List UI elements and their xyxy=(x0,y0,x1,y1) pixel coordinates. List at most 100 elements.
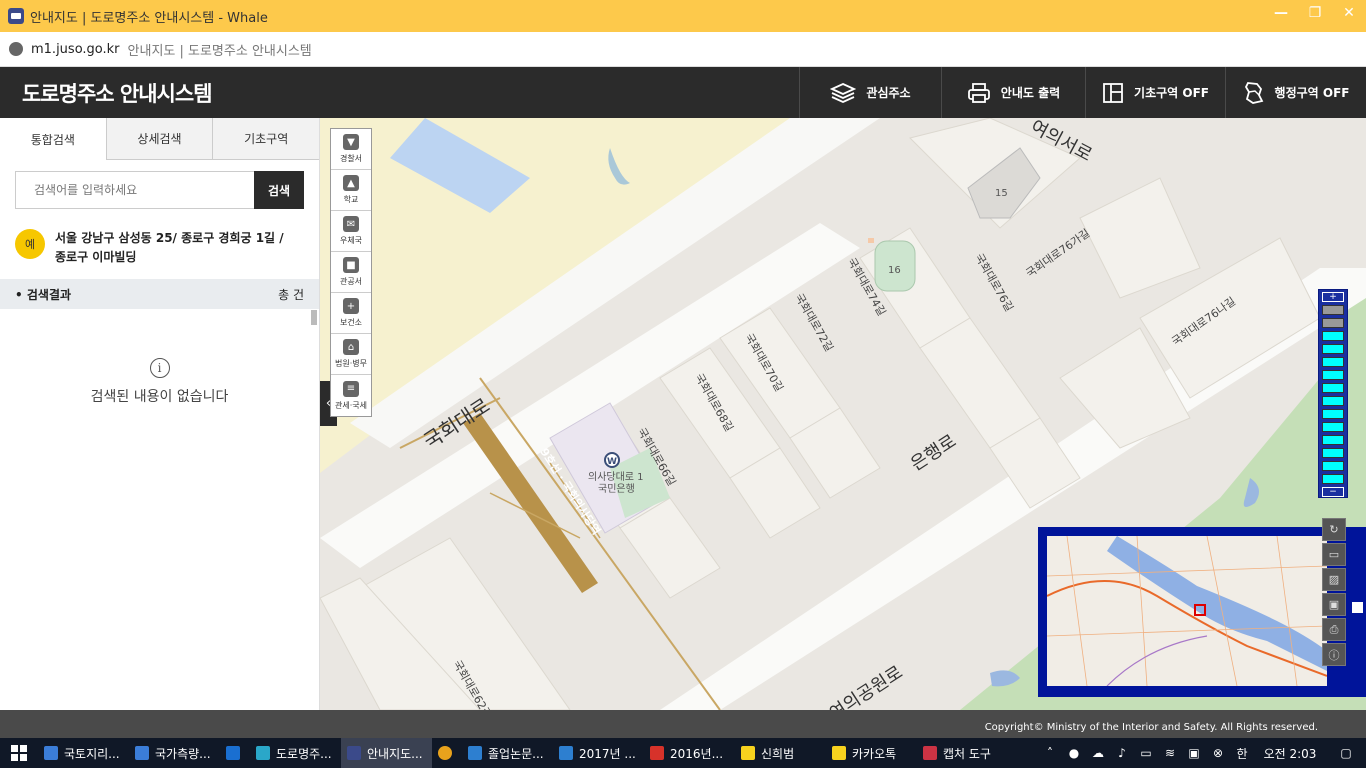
taskbar-item[interactable]: 국가측량... xyxy=(129,738,220,768)
taskbar-item[interactable]: 2017년 ... xyxy=(553,738,644,768)
korean-ime-icon[interactable]: 한 xyxy=(1230,745,1254,762)
url-page-title: 안내지도 | 도로명주소 안내시스템 xyxy=(127,43,312,59)
zoom-level[interactable] xyxy=(1322,344,1344,354)
zoom-level[interactable] xyxy=(1322,409,1344,419)
zoom-level[interactable] xyxy=(1322,305,1344,315)
taskbar-item-active[interactable]: 안내지도... xyxy=(341,738,432,768)
label-yeouigongwonro: 여의공원로 xyxy=(826,662,907,710)
favorite-address-button[interactable]: 관심주소 xyxy=(799,67,941,118)
zoom-in-button[interactable]: + xyxy=(1322,292,1344,302)
zoom-level[interactable] xyxy=(1322,357,1344,367)
poi-court[interactable]: ⌂ 법원·병무 xyxy=(331,334,371,375)
area-icon[interactable]: ▨ xyxy=(1322,568,1346,591)
chevron-up-icon[interactable]: ˄ xyxy=(1038,746,1062,760)
maximize-button[interactable]: ❐ xyxy=(1298,0,1332,26)
app-icon xyxy=(468,746,482,760)
school-icon: ▲ xyxy=(343,175,359,191)
police-icon: ▼ xyxy=(343,134,359,150)
grid-icon xyxy=(1103,82,1123,103)
basic-zone-toggle[interactable]: 기초구역 OFF xyxy=(1085,67,1225,118)
poi-toolbar: ▼ 경찰서 ▲ 학교 ✉ 우체국 ■ 관공서 + 보건소 ⌂ 법원·병무 ≡ 관세·국세 xyxy=(330,128,372,417)
zoom-level[interactable] xyxy=(1322,448,1344,458)
poi-government-office[interactable]: ■ 관공서 xyxy=(331,252,371,293)
minimap-toggle[interactable] xyxy=(1351,601,1364,614)
tab-basic-zone[interactable]: 기초구역 xyxy=(212,118,320,160)
start-button[interactable] xyxy=(0,738,38,768)
zoom-level[interactable] xyxy=(1322,318,1344,328)
address-bar[interactable]: m1.juso.go.kr 안내지도 | 도로명주소 안내시스템 xyxy=(0,32,1366,67)
admin-zone-toggle[interactable]: 행정구역 OFF xyxy=(1225,67,1366,118)
kakaotalk-tray-icon[interactable]: ● xyxy=(1062,746,1086,760)
zoom-level[interactable] xyxy=(1322,396,1344,406)
site-footer: Copyright© Ministry of the Interior and … xyxy=(0,710,1366,738)
result-scrollbar[interactable] xyxy=(311,310,317,325)
whale-icon xyxy=(256,746,270,760)
notification-icon[interactable]: ▢ xyxy=(1326,746,1366,760)
tab-integrated-search[interactable]: 통합검색 xyxy=(0,118,106,160)
search-example: 예 서울 강남구 삼성동 25/ 종로구 경희궁 1길 / 종로구 이마빌딩 xyxy=(15,229,304,267)
taskbar-item[interactable]: 국토지리... xyxy=(38,738,129,768)
close-button[interactable]: ✕ xyxy=(1332,0,1366,26)
taskbar-item[interactable]: 졸업논문... xyxy=(462,738,553,768)
zoom-out-button[interactable]: − xyxy=(1322,487,1344,497)
info-icon[interactable]: ⓘ xyxy=(1322,643,1346,666)
close-circle-icon[interactable]: ⊗ xyxy=(1206,746,1230,760)
zoom-level[interactable] xyxy=(1322,461,1344,471)
poi-school[interactable]: ▲ 학교 xyxy=(331,170,371,211)
poi-tax-office[interactable]: ≡ 관세·국세 xyxy=(331,375,371,416)
system-tray: ˄ ● ☁ ♪ ▭ ≋ ▣ ⊗ 한 오전 2:03 ▢ xyxy=(1038,738,1366,768)
print-icon[interactable]: ⎙ xyxy=(1322,618,1346,641)
zoom-level[interactable] xyxy=(1322,383,1344,393)
search-button[interactable]: 검색 xyxy=(254,171,304,209)
printer-icon xyxy=(967,82,990,103)
ruler-icon[interactable]: ▭ xyxy=(1322,543,1346,566)
search-input[interactable] xyxy=(15,171,254,209)
poi-health-center[interactable]: + 보건소 xyxy=(331,293,371,334)
favorite-address-label: 관심주소 xyxy=(866,86,911,100)
tab-detailed-search[interactable]: 상세검색 xyxy=(105,118,213,160)
taskbar-item[interactable] xyxy=(432,738,462,768)
minimap-canvas[interactable] xyxy=(1047,536,1327,686)
taskbar-item[interactable]: 신희범 xyxy=(735,738,826,768)
zoom-level[interactable] xyxy=(1322,331,1344,341)
url-host[interactable]: m1.juso.go.kr xyxy=(31,42,120,57)
windows-icon xyxy=(11,745,27,761)
cloud-icon[interactable]: ☁ xyxy=(1086,746,1110,760)
zoom-level[interactable] xyxy=(1322,370,1344,380)
taskbar-item[interactable]: 카카오톡 xyxy=(826,738,917,768)
print-map-button[interactable]: 안내도 출력 xyxy=(941,67,1085,118)
overview-minimap[interactable] xyxy=(1038,527,1366,697)
app-icon xyxy=(347,746,361,760)
post-office-icon: ✉ xyxy=(343,216,359,232)
poi-police[interactable]: ▼ 경찰서 xyxy=(331,129,371,170)
label-gil72: 국회대로72길 xyxy=(792,291,836,353)
save-icon[interactable]: ▣ xyxy=(1322,593,1346,616)
taskbar-item[interactable] xyxy=(220,738,250,768)
minimap-tools: ↻ ▭ ▨ ▣ ⎙ ⓘ xyxy=(1322,518,1346,668)
ime-icon[interactable]: ▣ xyxy=(1182,746,1206,760)
bank-marker-glyph: W xyxy=(607,457,617,467)
zoom-level[interactable] xyxy=(1322,435,1344,445)
zoom-level[interactable] xyxy=(1322,474,1344,484)
search-row: 검색 xyxy=(15,171,304,209)
site-brand[interactable]: 도로명주소 안내시스템 xyxy=(22,78,213,108)
battery-icon[interactable]: ▭ xyxy=(1134,746,1158,760)
example-badge: 예 xyxy=(15,229,45,259)
site-header: 도로명주소 안내시스템 관심주소 안내도 출력 기초구역 OFF 행정구역 OF… xyxy=(0,67,1366,118)
taskbar-item[interactable]: 도로명주... xyxy=(250,738,341,768)
label-gil76: 국회대로76길 xyxy=(972,251,1016,313)
clock[interactable]: 오전 2:03 xyxy=(1254,745,1326,762)
volume-icon[interactable]: ♪ xyxy=(1110,746,1134,760)
wifi-icon[interactable]: ≋ xyxy=(1158,746,1182,760)
taskbar-item[interactable]: 2016년... xyxy=(644,738,735,768)
pdf-icon xyxy=(650,746,664,760)
zoom-level[interactable] xyxy=(1322,422,1344,432)
refresh-icon[interactable]: ↻ xyxy=(1322,518,1346,541)
poi-post-office[interactable]: ✉ 우체국 xyxy=(331,211,371,252)
minimize-button[interactable]: — xyxy=(1264,0,1298,26)
app-icon xyxy=(135,746,149,760)
taskbar-item[interactable]: 캡처 도구 xyxy=(917,738,1008,768)
small-marker xyxy=(868,238,874,243)
government-office-icon: ■ xyxy=(343,257,359,273)
kakaotalk-icon xyxy=(832,746,846,760)
